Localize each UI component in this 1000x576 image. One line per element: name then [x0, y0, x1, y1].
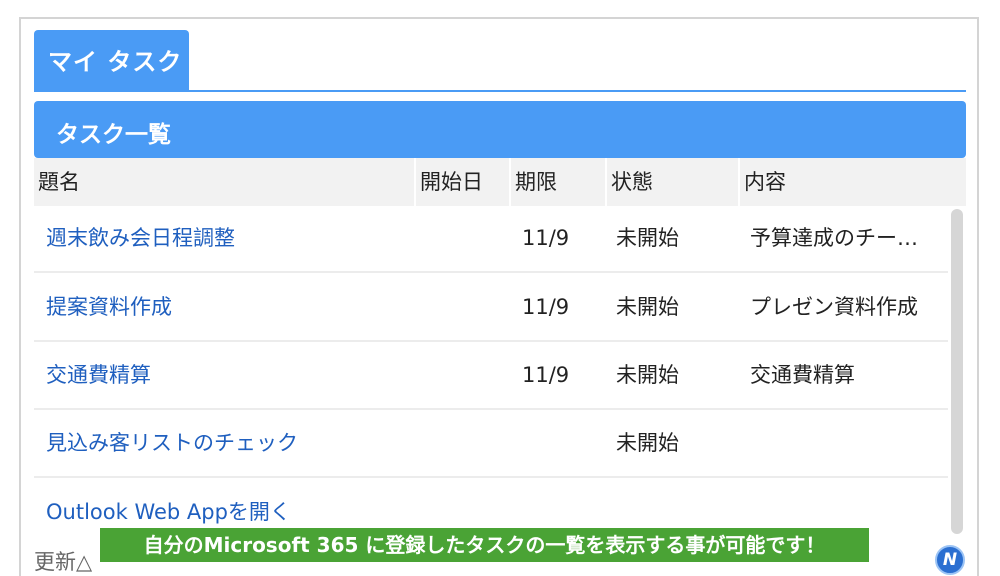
column-header-start[interactable]: 開始日 — [416, 158, 511, 206]
tab-my-tasks[interactable]: マイ タスク — [34, 30, 189, 91]
task-title-link[interactable]: 見込み客リストのチェック — [46, 411, 416, 478]
task-list: 週末飲み会日程調整 11/9 未開始 予算達成のチー… 提案資料作成 11/9 … — [34, 206, 948, 546]
brand-logo-icon: N — [935, 545, 965, 575]
footer-updated-text: 更新△ — [34, 550, 93, 574]
column-header-title[interactable]: 題名 — [34, 158, 416, 206]
task-due: 11/9 — [522, 226, 570, 250]
table-row: 週末飲み会日程調整 11/9 未開始 予算達成のチー… — [34, 206, 948, 273]
task-status: 未開始 — [616, 295, 679, 319]
task-due: 11/9 — [522, 295, 570, 319]
task-title-link[interactable]: 提案資料作成 — [46, 275, 416, 342]
task-content — [750, 411, 946, 478]
task-title-link[interactable]: 交通費精算 — [46, 343, 416, 410]
task-title-link[interactable]: 週末飲み会日程調整 — [46, 206, 416, 273]
column-header-status[interactable]: 状態 — [607, 158, 740, 206]
table-row: 交通費精算 11/9 未開始 交通費精算 — [34, 343, 948, 410]
table-row: 提案資料作成 11/9 未開始 プレゼン資料作成 — [34, 275, 948, 342]
panel-title: タスク一覧 — [34, 101, 966, 158]
task-due: 11/9 — [522, 363, 570, 387]
task-status: 未開始 — [616, 431, 679, 455]
table-row: 見込み客リストのチェック 未開始 — [34, 411, 948, 478]
task-status: 未開始 — [616, 226, 679, 250]
task-content: 予算達成のチー… — [750, 226, 918, 250]
task-due — [522, 411, 592, 478]
column-header-row: 題名 開始日 期限 状態 内容 — [34, 158, 966, 206]
task-content: 交通費精算 — [750, 363, 855, 387]
tab-divider — [34, 90, 966, 92]
scrollbar-thumb[interactable] — [951, 209, 963, 534]
caption-banner: 自分のMicrosoft 365 に登録したタスクの一覧を表示する事が可能です！ — [98, 526, 871, 564]
column-header-due[interactable]: 期限 — [511, 158, 607, 206]
task-status: 未開始 — [616, 363, 679, 387]
column-header-content[interactable]: 内容 — [740, 158, 966, 206]
task-content: プレゼン資料作成 — [750, 295, 918, 319]
